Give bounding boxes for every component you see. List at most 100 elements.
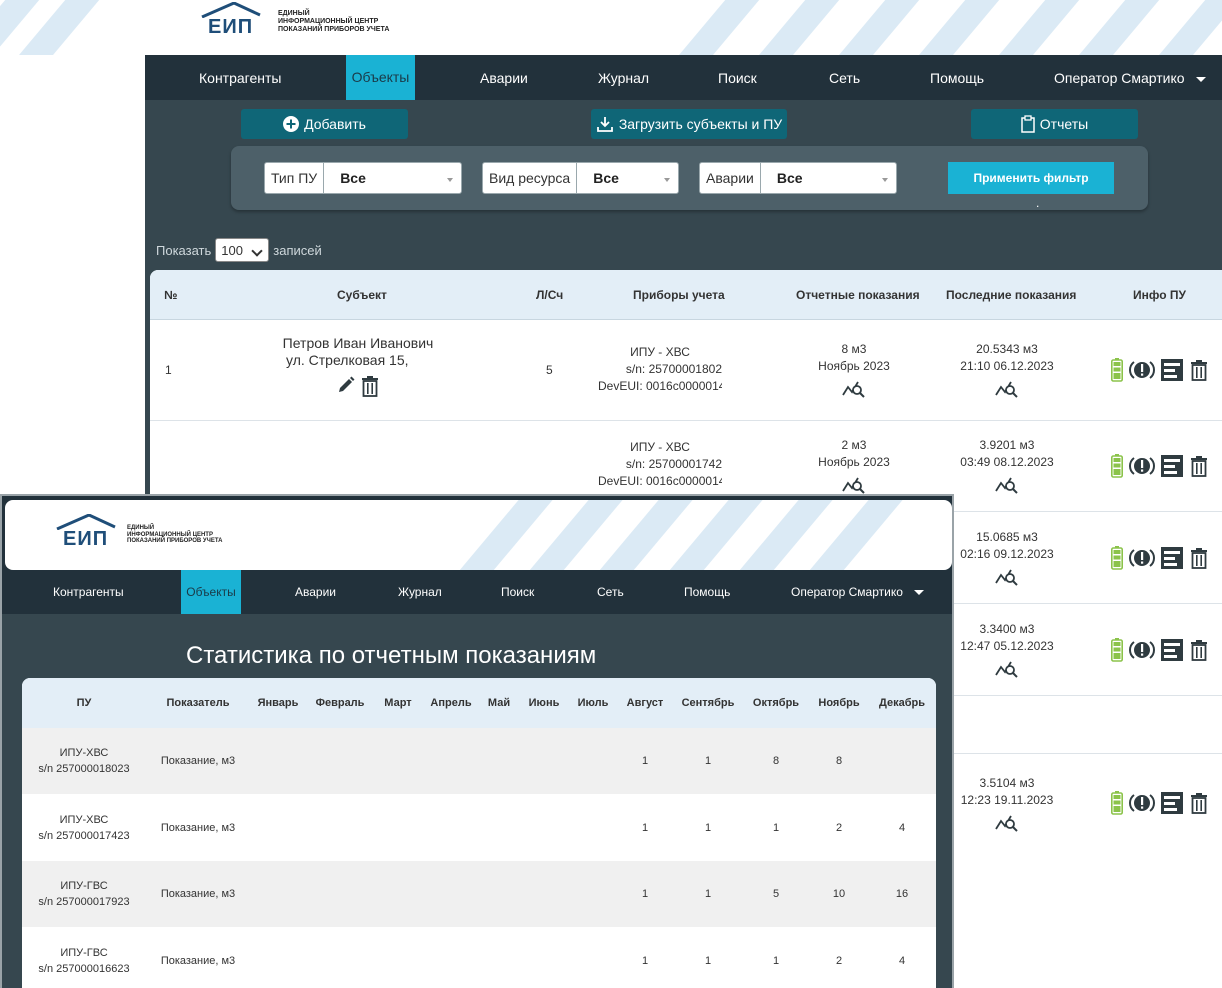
- alert-icon[interactable]: [1129, 455, 1155, 477]
- delete-icon[interactable]: [1189, 547, 1209, 569]
- battery-icon[interactable]: [1111, 358, 1123, 382]
- alert-icon[interactable]: [1129, 639, 1155, 661]
- month-value: 2: [835, 954, 843, 967]
- page-size-suffix: записей: [273, 242, 322, 258]
- logo-subtitle-2: ИНФОРМАЦИОННЫЙ ЦЕНТР: [278, 17, 379, 25]
- page-size-control: Показать 100 записей: [156, 238, 322, 262]
- last-value: 3.5104 м3: [979, 776, 1035, 790]
- details-icon[interactable]: [1161, 455, 1183, 477]
- month-value: [258, 928, 298, 988]
- meter-info-icons: [1111, 358, 1209, 382]
- subject-name[interactable]: Петров Иван Иванович: [270, 335, 446, 352]
- month-value: [882, 728, 922, 794]
- chart-search-icon[interactable]: [842, 473, 866, 495]
- battery-icon[interactable]: [1111, 638, 1123, 662]
- month-value: 8: [835, 755, 843, 767]
- last-time: 03:49 08.12.2023: [960, 455, 1054, 469]
- meter-serial: s/n 257000016623: [38, 962, 130, 975]
- month-value: 1: [641, 888, 649, 900]
- battery-icon[interactable]: [1111, 454, 1123, 478]
- details-icon[interactable]: [1161, 639, 1183, 661]
- pu-type-select[interactable]: Тип ПУ Все: [264, 162, 462, 194]
- operator-menu[interactable]: Оператор Смартико: [791, 585, 924, 599]
- battery-icon[interactable]: [1111, 791, 1123, 815]
- month-value: 1: [704, 888, 712, 900]
- delete-icon[interactable]: [360, 375, 380, 397]
- nav-item-search[interactable]: Поиск: [718, 70, 757, 86]
- chart-search-icon[interactable]: [995, 565, 1019, 587]
- month-value: 16: [895, 888, 909, 900]
- delete-icon[interactable]: [1189, 792, 1209, 814]
- account-cell: 5: [546, 363, 553, 377]
- meter-type[interactable]: ИПУ - ХВС: [598, 439, 722, 456]
- nav-item-help[interactable]: Помощь: [684, 585, 730, 599]
- col-header-jun: Июнь: [528, 697, 560, 709]
- clipboard-icon: [1021, 115, 1035, 133]
- reports-button-label: Отчеты: [1039, 116, 1089, 132]
- table-row: ИПУ-ХВС s/n 257000017423 Показание, м3 1 1 1 2…: [22, 795, 936, 861]
- nav-item-alarms[interactable]: Аварии: [480, 70, 528, 86]
- add-button-label: Добавить: [304, 116, 366, 132]
- chart-search-icon[interactable]: [995, 377, 1019, 399]
- nav-item-journal[interactable]: Журнал: [598, 70, 649, 86]
- add-button[interactable]: Добавить: [241, 109, 408, 139]
- month-value: [378, 728, 418, 794]
- delete-icon[interactable]: [1189, 455, 1209, 477]
- meter-info-icons: [1111, 638, 1209, 662]
- edit-icon[interactable]: [336, 375, 356, 395]
- resource-type-select[interactable]: Вид ресурса Все: [482, 162, 679, 194]
- last-time: 02:16 09.12.2023: [960, 547, 1054, 561]
- month-value: [258, 795, 298, 861]
- upload-subjects-button[interactable]: Загрузить субъекты и ПУ: [591, 109, 787, 139]
- nav-item-network[interactable]: Сеть: [829, 70, 860, 86]
- month-value: 1: [704, 954, 712, 967]
- apply-filter-button[interactable]: Применить фильтр: [948, 162, 1114, 194]
- logo-mark-text: ЕИП: [63, 528, 109, 550]
- statistics-table: ПУ Показатель Январь Февраль Март Апрель…: [22, 678, 936, 988]
- col-header-oct: Октябрь: [752, 697, 800, 709]
- pu-type-value: Все: [324, 163, 461, 193]
- nav-item-contractors[interactable]: Контрагенты: [199, 70, 281, 86]
- alarms-select[interactable]: Аварии Все: [699, 162, 897, 194]
- main-nav: Контрагенты Объекты Аварии Журнал Поиск …: [145, 55, 1222, 100]
- nav-item-alarms[interactable]: Аварии: [295, 585, 336, 599]
- nav-item-search[interactable]: Поиск: [501, 585, 534, 599]
- battery-icon[interactable]: [1111, 546, 1123, 570]
- meter-type[interactable]: ИПУ - ХВС: [598, 344, 722, 361]
- alert-icon[interactable]: [1129, 359, 1155, 381]
- chart-search-icon[interactable]: [842, 377, 866, 399]
- operator-menu[interactable]: Оператор Смартико: [1054, 70, 1206, 86]
- col-header-may: Май: [487, 697, 511, 709]
- indicator-cell: Показание, м3: [160, 755, 236, 767]
- month-value: [479, 795, 519, 861]
- last-time: 12:47 05.12.2023: [960, 639, 1054, 653]
- reports-button[interactable]: Отчеты: [971, 109, 1138, 139]
- month-value: [431, 795, 471, 861]
- delete-icon[interactable]: [1189, 359, 1209, 381]
- delete-icon[interactable]: [1189, 639, 1209, 661]
- statistics-header: ЕИП ЕДИНЫЙ ИНФОРМАЦИОННЫЙ ЦЕНТР ПОКАЗАНИ…: [5, 500, 952, 570]
- meter-cell: ИПУ-ХВС s/n 257000018023: [32, 728, 136, 794]
- meter-info-icons: [1111, 454, 1209, 478]
- details-icon[interactable]: [1161, 792, 1183, 814]
- month-value: [320, 795, 360, 861]
- nav-item-journal[interactable]: Журнал: [398, 585, 442, 599]
- meter-deveui: DevEUI: 0016c0000014: [598, 474, 722, 488]
- details-icon[interactable]: [1161, 359, 1183, 381]
- month-value: [524, 861, 564, 927]
- nav-item-help[interactable]: Помощь: [930, 70, 984, 86]
- last-value: 3.9201 м3: [979, 438, 1035, 452]
- chart-search-icon[interactable]: [995, 657, 1019, 679]
- alert-icon[interactable]: [1129, 792, 1155, 814]
- nav-item-objects[interactable]: Объекты: [346, 55, 415, 100]
- details-icon[interactable]: [1161, 547, 1183, 569]
- nav-item-objects[interactable]: Объекты: [181, 570, 241, 614]
- chart-search-icon[interactable]: [995, 473, 1019, 495]
- month-value: [378, 795, 418, 861]
- alert-icon[interactable]: [1129, 547, 1155, 569]
- page-size-select[interactable]: 100: [215, 238, 270, 262]
- month-value: [431, 928, 471, 988]
- nav-item-contractors[interactable]: Контрагенты: [53, 585, 124, 599]
- chart-search-icon[interactable]: [995, 811, 1019, 833]
- nav-item-network[interactable]: Сеть: [597, 585, 624, 599]
